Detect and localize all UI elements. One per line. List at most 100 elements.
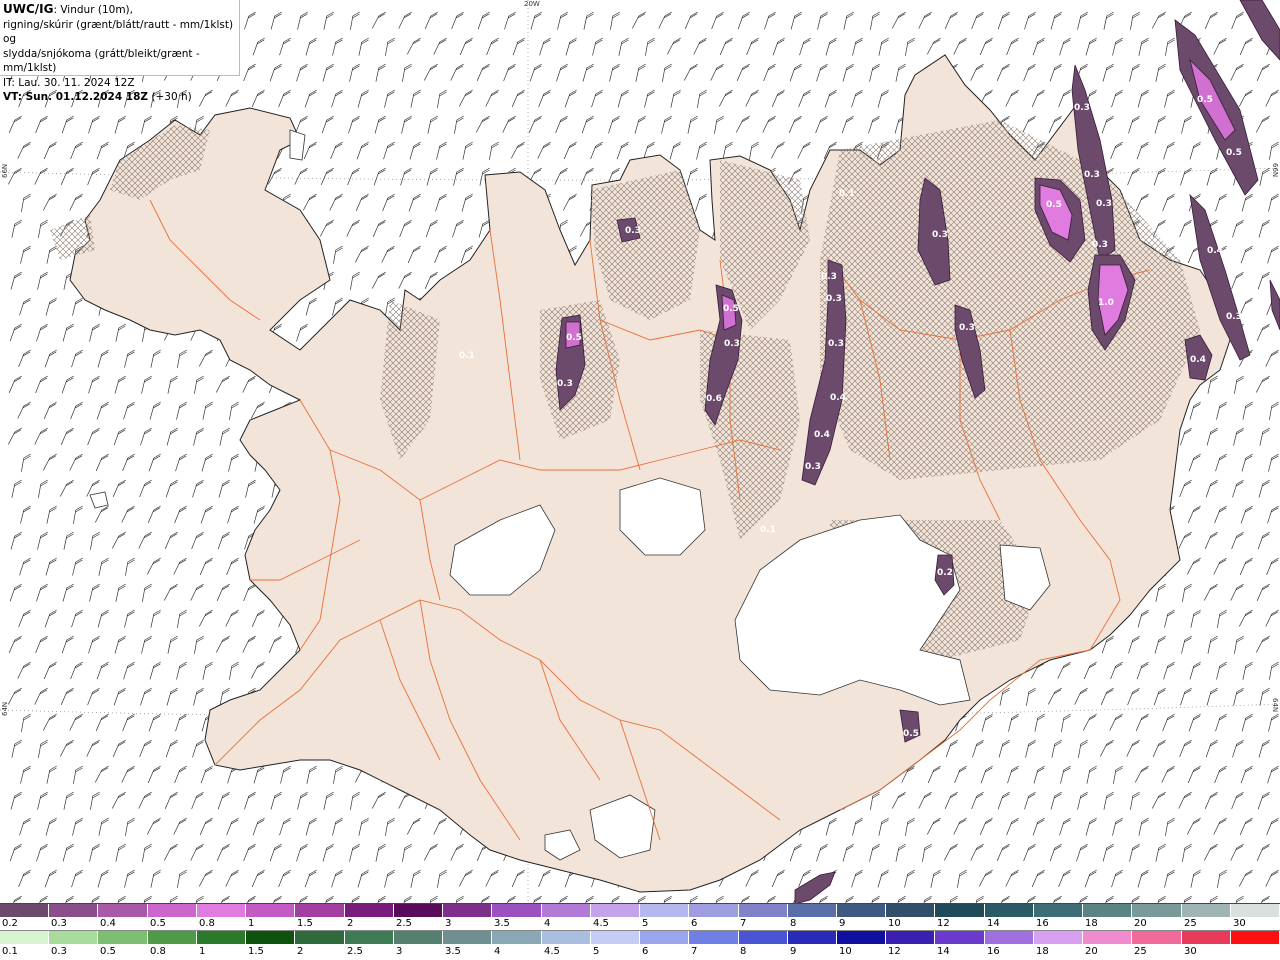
snow-legend-swatch bbox=[1083, 904, 1133, 917]
snow-legend-swatch bbox=[0, 904, 50, 917]
precip-label: 0.5 bbox=[1046, 200, 1062, 210]
rain-legend-tick-label: 30 bbox=[1184, 946, 1197, 957]
rain-legend-tick-label: 1.5 bbox=[248, 946, 264, 957]
precip-label: 0.3 bbox=[828, 339, 844, 349]
snow-legend-tick-label: 16 bbox=[1036, 918, 1049, 929]
precip-label: 0.3 bbox=[821, 272, 837, 282]
snow-legend-tick-label: 2.5 bbox=[396, 918, 412, 929]
precip-label: 0.3 bbox=[1084, 170, 1100, 180]
header-line3: slydda/snjókoma (grátt/bleikt/grænt - mm… bbox=[3, 47, 200, 75]
latitude-label-right-lower: 64N bbox=[1271, 698, 1279, 713]
rain-legend-swatch bbox=[590, 931, 641, 944]
snow-legend-swatch bbox=[1033, 904, 1084, 917]
rain-legend-swatch bbox=[295, 931, 345, 944]
legend-rain-colorbar bbox=[0, 931, 1280, 945]
precip-label: 0.2 bbox=[937, 568, 953, 578]
precip-label: 0.3 bbox=[805, 462, 821, 472]
snow-legend-swatch bbox=[836, 904, 887, 917]
rain-legend-swatch bbox=[1132, 931, 1182, 944]
precip-label: 0.4 bbox=[814, 430, 830, 440]
rain-legend-swatch bbox=[49, 931, 99, 944]
rain-legend-swatch bbox=[1230, 931, 1280, 944]
precip-label: 0.5 bbox=[723, 304, 739, 314]
rain-legend-swatch bbox=[147, 931, 197, 944]
snow-legend-tick-label: 8 bbox=[790, 918, 797, 929]
rain-legend-tick-label: 18 bbox=[1036, 946, 1049, 957]
latitude-label-left-upper: 66N bbox=[1, 163, 9, 178]
rain-legend-tick-label: 12 bbox=[888, 946, 901, 957]
precip-label: 0.3 bbox=[625, 226, 641, 236]
rain-legend-tick-label: 0.1 bbox=[2, 946, 18, 957]
snow-legend-swatch bbox=[1132, 904, 1182, 917]
rain-legend-swatch bbox=[836, 931, 887, 944]
snow-legend-tick-label: 3.5 bbox=[494, 918, 510, 929]
rain-legend-swatch bbox=[738, 931, 788, 944]
snow-legend-tick-label: 0.4 bbox=[100, 918, 116, 929]
rain-legend-swatch bbox=[1033, 931, 1084, 944]
snow-legend-swatch bbox=[344, 904, 394, 917]
snow-legend-tick-label: 6 bbox=[691, 918, 698, 929]
precip-label: 0.3 bbox=[557, 379, 573, 389]
rain-legend-swatch bbox=[886, 931, 936, 944]
snow-legend-swatch bbox=[590, 904, 641, 917]
rain-legend-swatch bbox=[640, 931, 690, 944]
snow-legend-swatch bbox=[443, 904, 493, 917]
snow-legend-tick-label: 1 bbox=[248, 918, 255, 929]
snow-legend-swatch bbox=[295, 904, 345, 917]
snow-legend-tick-label: 12 bbox=[937, 918, 950, 929]
snow-legend-tick-label: 5 bbox=[642, 918, 649, 929]
snow-legend-tick-label: 0.2 bbox=[2, 918, 18, 929]
latitude-label-left-lower: 64N bbox=[1, 701, 9, 716]
precip-label: 0.6 bbox=[706, 394, 722, 404]
snow-legend-tick-label: 14 bbox=[987, 918, 1000, 929]
valid-time: VT: Sun. 01.12.2024 18Z bbox=[3, 91, 149, 103]
rain-legend-tick-label: 6 bbox=[642, 946, 649, 957]
rain-legend-tick-label: 14 bbox=[937, 946, 950, 957]
longitude-label-top: 20W bbox=[524, 0, 540, 8]
latitude-label-right-upper: 66N bbox=[1271, 163, 1279, 178]
snow-legend-swatch bbox=[492, 904, 542, 917]
snow-legend-swatch bbox=[1181, 904, 1231, 917]
legend-snow-labels: 0.2 0.3 0.4 0.5 0.8 1 1.5 2 2.5 3 3.5 4 4.5 5 6 7 8 9 10 12… bbox=[0, 918, 1280, 929]
rain-legend-swatch bbox=[689, 931, 739, 944]
snow-legend-tick-label: 3 bbox=[445, 918, 452, 929]
precip-label: 0.3 bbox=[1226, 312, 1242, 322]
rain-legend-swatch bbox=[984, 931, 1034, 944]
precip-label: 0.3 bbox=[1092, 240, 1108, 250]
header-line2: rigning/skúrir (grænt/blátt/rautt - mm/1… bbox=[3, 18, 234, 46]
snow-legend-tick-label: 25 bbox=[1184, 918, 1197, 929]
snow-legend-tick-label: 0.8 bbox=[199, 918, 215, 929]
legend-snow-colorbar bbox=[0, 904, 1280, 918]
snow-legend-swatch bbox=[935, 904, 985, 917]
rain-legend-swatch bbox=[98, 931, 148, 944]
snow-legend-tick-label: 10 bbox=[888, 918, 901, 929]
snow-legend-tick-label: 30 bbox=[1233, 918, 1246, 929]
snow-legend-swatch bbox=[393, 904, 444, 917]
rain-legend-tick-label: 3 bbox=[396, 946, 403, 957]
precip-label: 0.1 bbox=[459, 351, 475, 361]
init-time: IT: Lau. 30. 11. 2024 12Z bbox=[3, 76, 135, 89]
snow-legend-tick-label: 20 bbox=[1134, 918, 1147, 929]
snow-legend-tick-label: 7 bbox=[740, 918, 747, 929]
snow-legend-swatch bbox=[738, 904, 788, 917]
rain-legend-swatch bbox=[246, 931, 296, 944]
precip-label: 0.5 bbox=[903, 729, 919, 739]
rain-legend-swatch bbox=[196, 931, 247, 944]
precip-label: 0.3 bbox=[826, 294, 842, 304]
snow-legend-swatch bbox=[98, 904, 148, 917]
rain-legend-swatch bbox=[0, 931, 50, 944]
precip-label: 0.4 bbox=[830, 393, 846, 403]
rain-legend-swatch bbox=[1181, 931, 1231, 944]
rain-legend-tick-label: 4 bbox=[494, 946, 501, 957]
precip-label: 0.5 bbox=[566, 333, 582, 343]
rain-legend-swatch bbox=[787, 931, 837, 944]
snow-legend-tick-label: 18 bbox=[1085, 918, 1098, 929]
snow-legend-swatch bbox=[1230, 904, 1280, 917]
rain-legend-tick-label: 4.5 bbox=[544, 946, 560, 957]
precip-label: 0.3 bbox=[724, 339, 740, 349]
precip-label: 0.3 bbox=[1074, 103, 1090, 113]
rain-legend-tick-label: 25 bbox=[1134, 946, 1147, 957]
snow-legend-swatch bbox=[640, 904, 690, 917]
forecast-hour: (+30 h) bbox=[148, 91, 192, 103]
snow-legend-tick-label: 1.5 bbox=[297, 918, 313, 929]
